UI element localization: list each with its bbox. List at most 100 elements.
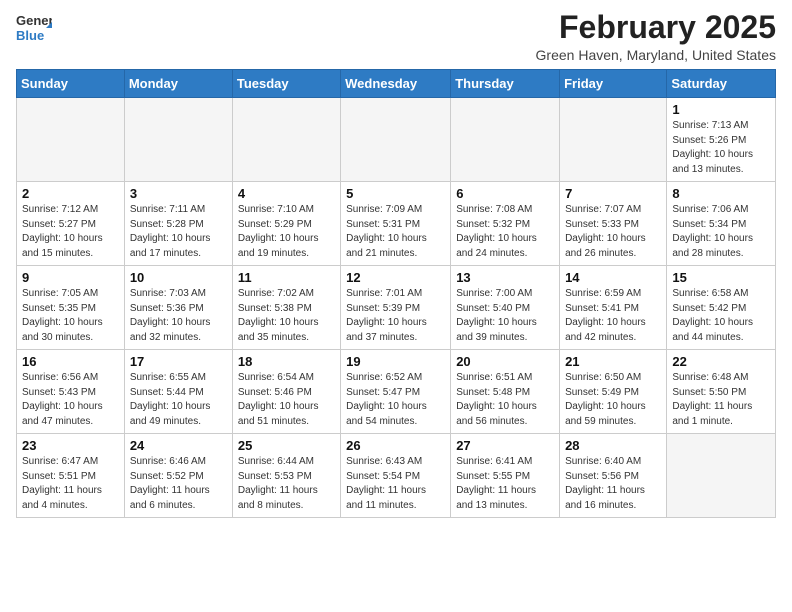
day-number: 9 <box>22 270 119 285</box>
day-number: 13 <box>456 270 554 285</box>
week-row-4: 16 Sunrise: 6:56 AM Sunset: 5:43 PM Dayli… <box>17 350 776 434</box>
day-14: 14 Sunrise: 6:59 AM Sunset: 5:41 PM Dayli… <box>560 266 667 350</box>
day-info: Sunrise: 7:01 AM Sunset: 5:39 PM Dayligh… <box>346 287 445 345</box>
month-year-title: February 2025 <box>536 10 776 45</box>
empty-day <box>17 98 125 182</box>
day-12: 12 Sunrise: 7:01 AM Sunset: 5:39 PM Dayli… <box>341 266 451 350</box>
day-info: Sunrise: 6:46 AM Sunset: 5:52 PM Dayligh… <box>130 455 227 513</box>
week-row-3: 9 Sunrise: 7:05 AM Sunset: 5:35 PM Daylig… <box>17 266 776 350</box>
day-27: 27 Sunrise: 6:41 AM Sunset: 5:55 PM Dayli… <box>451 434 560 518</box>
day-info: Sunrise: 7:11 AM Sunset: 5:28 PM Dayligh… <box>130 203 227 261</box>
header-saturday: Saturday <box>667 70 776 98</box>
header: General Blue February 2025 Green Haven, … <box>16 10 776 63</box>
day-number: 2 <box>22 186 119 201</box>
day-number: 26 <box>346 438 445 453</box>
day-info: Sunrise: 6:52 AM Sunset: 5:47 PM Dayligh… <box>346 371 445 429</box>
day-number: 22 <box>672 354 770 369</box>
day-number: 12 <box>346 270 445 285</box>
day-number: 11 <box>238 270 335 285</box>
day-info: Sunrise: 6:51 AM Sunset: 5:48 PM Dayligh… <box>456 371 554 429</box>
day-info: Sunrise: 6:48 AM Sunset: 5:50 PM Dayligh… <box>672 371 770 429</box>
day-info: Sunrise: 6:43 AM Sunset: 5:54 PM Dayligh… <box>346 455 445 513</box>
day-info: Sunrise: 6:54 AM Sunset: 5:46 PM Dayligh… <box>238 371 335 429</box>
week-row-1: 1Sunrise: 7:13 AM Sunset: 5:26 PM Daylig… <box>17 98 776 182</box>
header-tuesday: Tuesday <box>232 70 340 98</box>
day-info: Sunrise: 7:08 AM Sunset: 5:32 PM Dayligh… <box>456 203 554 261</box>
location-label: Green Haven, Maryland, United States <box>536 47 776 63</box>
day-19: 19 Sunrise: 6:52 AM Sunset: 5:47 PM Dayli… <box>341 350 451 434</box>
day-7: 7 Sunrise: 7:07 AM Sunset: 5:33 PM Daylig… <box>560 182 667 266</box>
header-friday: Friday <box>560 70 667 98</box>
day-info: Sunrise: 6:56 AM Sunset: 5:43 PM Dayligh… <box>22 371 119 429</box>
day-info: Sunrise: 6:58 AM Sunset: 5:42 PM Dayligh… <box>672 287 770 345</box>
day-info: Sunrise: 7:02 AM Sunset: 5:38 PM Dayligh… <box>238 287 335 345</box>
day-info: Sunrise: 6:41 AM Sunset: 5:55 PM Dayligh… <box>456 455 554 513</box>
day-15: 15 Sunrise: 6:58 AM Sunset: 5:42 PM Dayli… <box>667 266 776 350</box>
logo-svg: General Blue <box>16 10 52 46</box>
day-9: 9 Sunrise: 7:05 AM Sunset: 5:35 PM Daylig… <box>17 266 125 350</box>
day-info: Sunrise: 7:05 AM Sunset: 5:35 PM Dayligh… <box>22 287 119 345</box>
empty-day <box>124 98 232 182</box>
day-number: 25 <box>238 438 335 453</box>
day-22: 22 Sunrise: 6:48 AM Sunset: 5:50 PM Dayli… <box>667 350 776 434</box>
day-number: 21 <box>565 354 661 369</box>
svg-text:Blue: Blue <box>16 28 44 43</box>
day-23: 23 Sunrise: 6:47 AM Sunset: 5:51 PM Dayli… <box>17 434 125 518</box>
day-3: 3 Sunrise: 7:11 AM Sunset: 5:28 PM Daylig… <box>124 182 232 266</box>
day-26: 26 Sunrise: 6:43 AM Sunset: 5:54 PM Dayli… <box>341 434 451 518</box>
day-info: Sunrise: 6:47 AM Sunset: 5:51 PM Dayligh… <box>22 455 119 513</box>
header-monday: Monday <box>124 70 232 98</box>
day-13: 13Sunrise: 7:00 AM Sunset: 5:40 PM Dayli… <box>451 266 560 350</box>
day-number: 28 <box>565 438 661 453</box>
day-number: 23 <box>22 438 119 453</box>
day-number: 16 <box>22 354 119 369</box>
empty-day <box>451 98 560 182</box>
day-4: 4 Sunrise: 7:10 AM Sunset: 5:29 PM Daylig… <box>232 182 340 266</box>
day-info: Sunrise: 6:44 AM Sunset: 5:53 PM Dayligh… <box>238 455 335 513</box>
day-number: 15 <box>672 270 770 285</box>
svg-text:General: General <box>16 13 52 28</box>
day-info: Sunrise: 6:59 AM Sunset: 5:41 PM Dayligh… <box>565 287 661 345</box>
day-info: Sunrise: 7:09 AM Sunset: 5:31 PM Dayligh… <box>346 203 445 261</box>
day-number: 5 <box>346 186 445 201</box>
day-number: 14 <box>565 270 661 285</box>
calendar-header-row: SundayMondayTuesdayWednesdayThursdayFrid… <box>17 70 776 98</box>
empty-day <box>667 434 776 518</box>
day-info: Sunrise: 7:10 AM Sunset: 5:29 PM Dayligh… <box>238 203 335 261</box>
day-number: 17 <box>130 354 227 369</box>
day-6: 6 Sunrise: 7:08 AM Sunset: 5:32 PM Daylig… <box>451 182 560 266</box>
day-info: Sunrise: 7:03 AM Sunset: 5:36 PM Dayligh… <box>130 287 227 345</box>
day-1: 1Sunrise: 7:13 AM Sunset: 5:26 PM Daylig… <box>667 98 776 182</box>
day-number: 18 <box>238 354 335 369</box>
day-number: 8 <box>672 186 770 201</box>
day-number: 24 <box>130 438 227 453</box>
empty-day <box>341 98 451 182</box>
day-info: Sunrise: 7:13 AM Sunset: 5:26 PM Dayligh… <box>672 119 770 177</box>
day-number: 3 <box>130 186 227 201</box>
calendar-table: SundayMondayTuesdayWednesdayThursdayFrid… <box>16 69 776 518</box>
day-number: 6 <box>456 186 554 201</box>
day-number: 27 <box>456 438 554 453</box>
day-number: 10 <box>130 270 227 285</box>
day-2: 2 Sunrise: 7:12 AM Sunset: 5:27 PM Daylig… <box>17 182 125 266</box>
day-info: Sunrise: 7:12 AM Sunset: 5:27 PM Dayligh… <box>22 203 119 261</box>
day-11: 11 Sunrise: 7:02 AM Sunset: 5:38 PM Dayli… <box>232 266 340 350</box>
day-20: 20 Sunrise: 6:51 AM Sunset: 5:48 PM Dayli… <box>451 350 560 434</box>
day-number: 19 <box>346 354 445 369</box>
day-28: 28 Sunrise: 6:40 AM Sunset: 5:56 PM Dayli… <box>560 434 667 518</box>
day-info: Sunrise: 6:50 AM Sunset: 5:49 PM Dayligh… <box>565 371 661 429</box>
week-row-5: 23 Sunrise: 6:47 AM Sunset: 5:51 PM Dayli… <box>17 434 776 518</box>
day-24: 24 Sunrise: 6:46 AM Sunset: 5:52 PM Dayli… <box>124 434 232 518</box>
day-5: 5 Sunrise: 7:09 AM Sunset: 5:31 PM Daylig… <box>341 182 451 266</box>
day-number: 20 <box>456 354 554 369</box>
day-info: Sunrise: 7:06 AM Sunset: 5:34 PM Dayligh… <box>672 203 770 261</box>
week-row-2: 2 Sunrise: 7:12 AM Sunset: 5:27 PM Daylig… <box>17 182 776 266</box>
empty-day <box>560 98 667 182</box>
page: General Blue February 2025 Green Haven, … <box>0 0 792 534</box>
header-thursday: Thursday <box>451 70 560 98</box>
day-info: Sunrise: 6:40 AM Sunset: 5:56 PM Dayligh… <box>565 455 661 513</box>
day-number: 7 <box>565 186 661 201</box>
day-16: 16 Sunrise: 6:56 AM Sunset: 5:43 PM Dayli… <box>17 350 125 434</box>
day-info: Sunrise: 7:07 AM Sunset: 5:33 PM Dayligh… <box>565 203 661 261</box>
day-number: 4 <box>238 186 335 201</box>
